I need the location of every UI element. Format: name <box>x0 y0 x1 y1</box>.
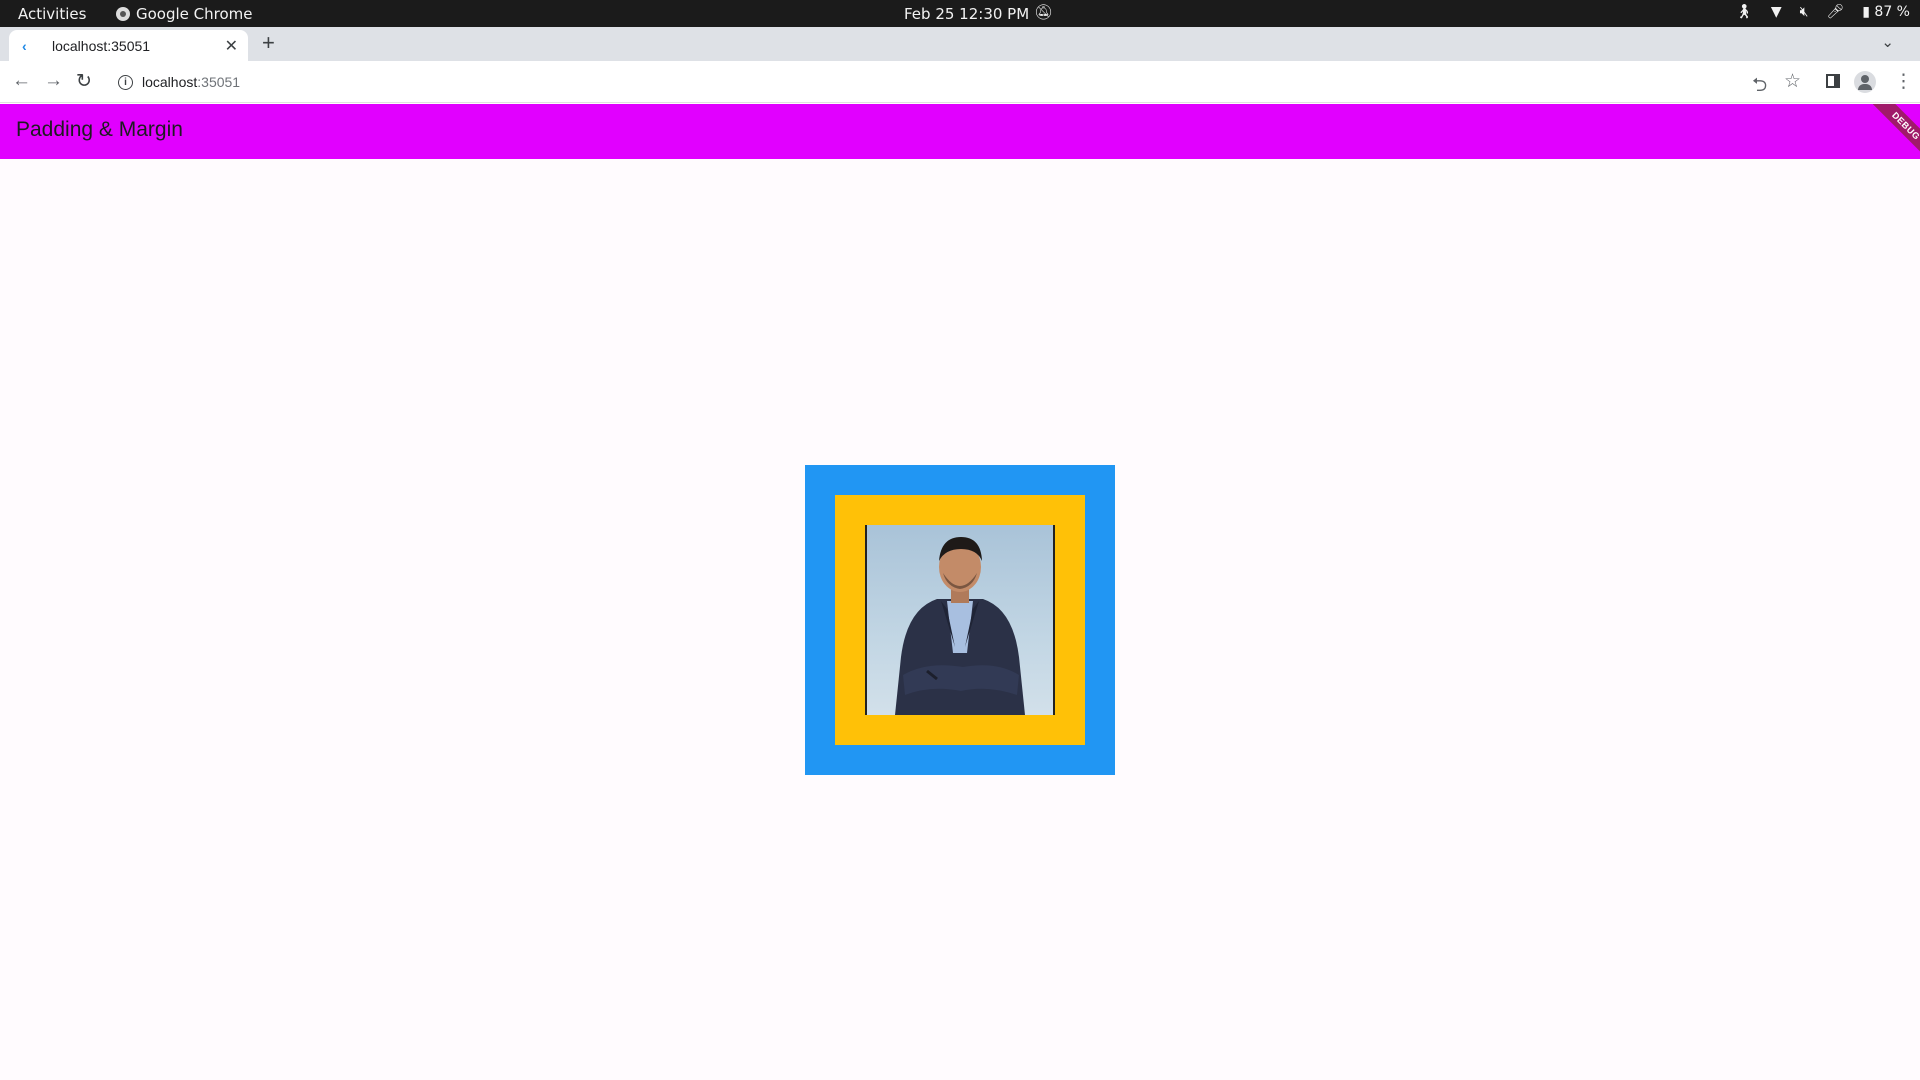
tab-strip: ‹ localhost:35051 ✕ + ⌄ <box>0 27 1920 61</box>
new-tab-button[interactable]: + <box>262 30 275 56</box>
tab-localhost[interactable]: ‹ localhost:35051 ✕ <box>9 30 248 61</box>
activities-button[interactable]: Activities <box>18 5 86 23</box>
url-host: localhost <box>142 74 198 90</box>
app-bar: Padding & Margin <box>0 104 1920 159</box>
flutter-favicon-icon: ‹ <box>22 37 27 54</box>
app-name: Google Chrome <box>136 5 253 23</box>
profile-photo <box>865 525 1055 715</box>
tab-search-chevron-icon[interactable]: ⌄ <box>1881 33 1894 51</box>
person-illustration <box>895 537 1025 715</box>
more-menu-icon[interactable]: ⋮ <box>1894 70 1913 93</box>
back-arrow-icon[interactable]: ← <box>12 70 31 92</box>
accessibility-icon[interactable]: 🚶︎ <box>1735 4 1753 20</box>
system-top-bar: Activities Google Chrome Feb 25 12:30 PM… <box>0 0 1920 27</box>
clock[interactable]: Feb 25 12:30 PM <box>904 5 1029 23</box>
share-icon[interactable]: ⮌ <box>1752 71 1767 103</box>
chrome-icon <box>116 7 130 21</box>
close-tab-icon[interactable]: ✕ <box>225 36 238 56</box>
debug-banner: DEBUG <box>1866 104 1920 164</box>
notifications-muted-icon: 🔕︎ <box>1034 3 1054 21</box>
site-info-icon[interactable]: i <box>118 74 133 90</box>
volume-muted-icon[interactable]: 🔇︎ <box>1800 4 1809 20</box>
battery-level: 87 % <box>1874 4 1910 20</box>
microphone-icon[interactable]: 🎤︎ <box>1826 4 1844 20</box>
battery-icon[interactable]: ▮ 87 % <box>1862 4 1910 20</box>
tab-title: localhost:35051 <box>52 37 151 54</box>
system-tray[interactable]: 🚶︎ ▼ 🔇︎ 🎤︎ ▮ 87 % <box>1735 4 1910 20</box>
side-panel-icon[interactable] <box>1826 74 1840 88</box>
address-bar[interactable]: i localhost:35051 <box>108 65 1758 99</box>
debug-banner-container: DEBUG <box>1860 104 1920 164</box>
reload-icon[interactable]: ↻ <box>76 70 92 93</box>
profile-avatar-icon[interactable] <box>1854 71 1876 93</box>
wifi-icon[interactable]: ▼ <box>1771 4 1782 20</box>
app-menu[interactable]: Google Chrome <box>116 5 253 23</box>
url-port: :35051 <box>197 74 241 90</box>
bookmark-star-icon[interactable]: ☆ <box>1784 70 1801 93</box>
page-title: Padding & Margin <box>16 118 183 141</box>
browser-toolbar: ← → ↻ i localhost:35051 ⮌ ☆ ⋮ <box>0 61 1920 103</box>
forward-arrow-icon[interactable]: → <box>44 70 63 92</box>
